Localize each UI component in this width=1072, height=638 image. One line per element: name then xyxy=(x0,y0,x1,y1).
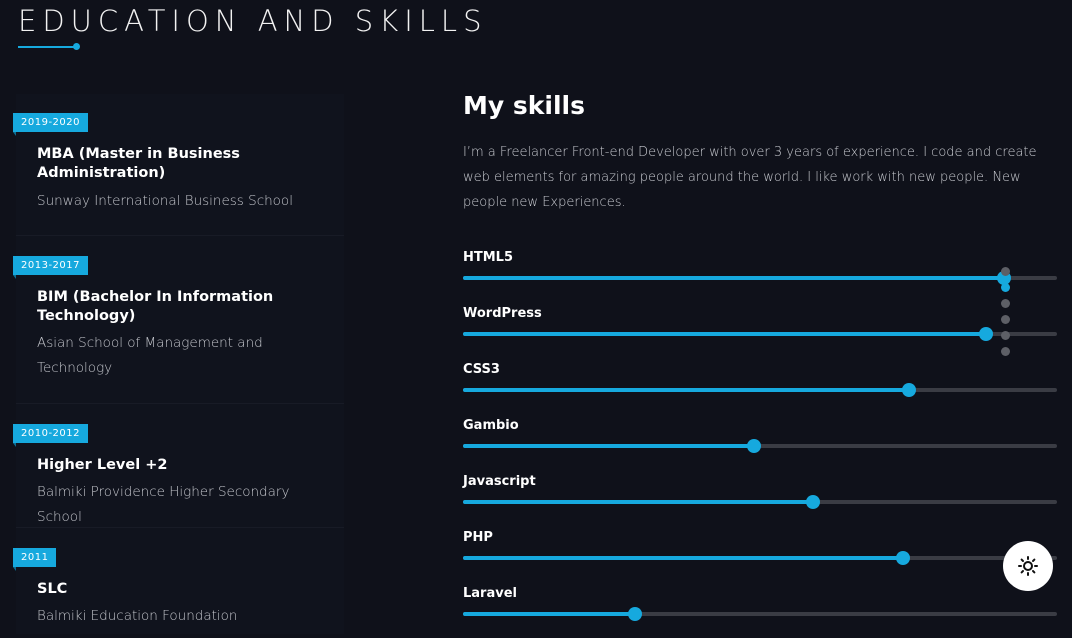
education-item: 2013-2017 BIM (Bachelor In Information T… xyxy=(13,236,344,404)
title-underline xyxy=(18,46,76,48)
education-item: 2011 SLC Balmiki Education Foundation xyxy=(13,528,344,638)
skill-fill xyxy=(463,388,909,392)
school-name: Sunway International Business School xyxy=(37,193,293,209)
skills-description: I’m a Freelancer Front-end Developer wit… xyxy=(463,145,1037,210)
skill-level-handle xyxy=(628,607,643,621)
skill-html5: HTML5 xyxy=(463,250,1057,290)
skill-track xyxy=(463,607,1057,621)
skill-level-handle xyxy=(901,383,916,397)
skills-title: My skills xyxy=(463,91,585,120)
skill-level-handle xyxy=(806,495,821,509)
skill-gambio: Gambio xyxy=(463,418,1057,458)
skill-level-handle xyxy=(747,439,762,453)
degree-title: SLC xyxy=(37,581,68,597)
skill-level-handle xyxy=(978,327,993,341)
skill-fill xyxy=(463,444,755,448)
skill-laravel: Laravel xyxy=(463,586,1057,626)
year-badge: 2019-2020 xyxy=(13,113,89,136)
school-name: Balmiki Education Foundation xyxy=(37,608,238,624)
nav-dot[interactable] xyxy=(1001,331,1010,340)
theme-toggle-button[interactable] xyxy=(1003,541,1053,591)
skill-track xyxy=(463,271,1057,285)
section-dot-navigation xyxy=(1001,267,1011,363)
skill-name: PHP xyxy=(463,530,493,545)
year-badge: 2010-2012 xyxy=(13,424,89,447)
skill-fill xyxy=(463,332,986,336)
skill-track xyxy=(463,495,1057,509)
year-badge: 2013-2017 xyxy=(13,256,89,279)
education-item: 2019-2020 MBA (Master in Business Admini… xyxy=(13,94,344,236)
degree-title: MBA (Master in Business Administration) xyxy=(37,146,240,181)
sun-icon xyxy=(1018,556,1038,576)
degree-title: BIM (Bachelor In Information Technology) xyxy=(37,289,274,324)
skill-track xyxy=(463,551,1057,565)
skill-level-handle xyxy=(895,551,910,565)
nav-dot[interactable] xyxy=(1001,283,1010,292)
skill-php: PHP xyxy=(463,530,1057,570)
skill-javascript: Javascript xyxy=(463,474,1057,514)
skill-wordpress: WordPress xyxy=(463,306,1057,346)
school-name: Balmiki Providence Higher Secondary Scho… xyxy=(37,484,290,525)
year-badge: 2011 xyxy=(13,548,57,571)
skill-css3: CSS3 xyxy=(463,362,1057,402)
skill-name: Javascript xyxy=(463,474,536,489)
education-item: 2010-2012 Higher Level +2 Balmiki Provid… xyxy=(13,404,344,528)
nav-dot[interactable] xyxy=(1001,299,1010,308)
skill-fill xyxy=(463,276,1004,280)
skill-track xyxy=(463,439,1057,453)
degree-title: Higher Level +2 xyxy=(37,457,168,473)
skill-name: Laravel xyxy=(463,586,517,601)
nav-dot[interactable] xyxy=(1001,267,1010,276)
skill-fill xyxy=(463,556,903,560)
education-timeline: 2019-2020 MBA (Master in Business Admini… xyxy=(13,94,344,634)
skill-fill xyxy=(463,500,814,504)
skill-fill xyxy=(463,612,636,616)
skill-name: CSS3 xyxy=(463,362,500,377)
skill-track xyxy=(463,327,1057,341)
title-underline-dot xyxy=(73,43,80,50)
school-name: Asian School of Management and Technolog… xyxy=(37,335,263,376)
skill-name: Gambio xyxy=(463,418,519,433)
section-title: EDUCATION AND SKILLS xyxy=(18,4,488,38)
skill-name: WordPress xyxy=(463,306,542,321)
skill-track xyxy=(463,383,1057,397)
nav-dot[interactable] xyxy=(1001,347,1010,356)
nav-dot[interactable] xyxy=(1001,315,1010,324)
skill-name: HTML5 xyxy=(463,250,514,265)
